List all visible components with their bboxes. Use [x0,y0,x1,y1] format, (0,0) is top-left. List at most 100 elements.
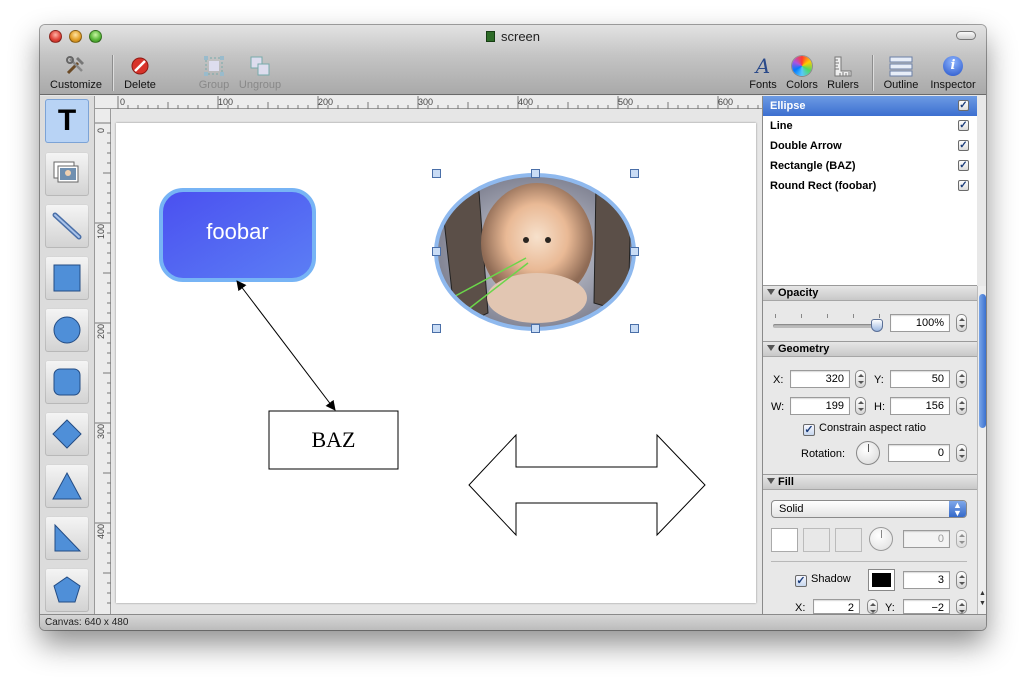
fill-pattern-well[interactable] [835,528,862,552]
diamond-tool[interactable] [45,412,89,456]
opacity-slider[interactable] [773,314,883,332]
ruler-label: 500 [618,97,634,107]
group-icon [204,56,224,76]
customize-button[interactable]: Customize [48,53,104,93]
shadow-x-field[interactable]: 2 [813,599,860,614]
shadow-checkbox[interactable]: ✓ Shadow [795,573,851,587]
checkbox-box: ✓ [803,424,815,436]
shadow-size-stepper[interactable] [956,571,967,589]
selection-handle[interactable] [630,324,639,333]
y-field[interactable]: 50 [890,370,950,388]
line-tool[interactable] [45,204,89,248]
inspector-panel: Ellipse ✓ Line ✓ Double Arrow ✓ Rectangle (… [762,96,986,614]
inspector-scrollbar[interactable]: ▲ ▼ [977,286,986,614]
width-field[interactable]: 199 [790,397,850,415]
selection-handle[interactable] [432,324,441,333]
x-stepper[interactable] [855,370,866,388]
double-arrow-shape[interactable] [468,433,706,537]
geometry-section-header[interactable]: Geometry [763,341,977,357]
shadow-size-field[interactable]: 3 [903,571,950,589]
group-button[interactable]: Group [196,53,232,93]
selection-handle[interactable] [531,169,540,178]
selection-handle[interactable] [432,247,441,256]
round-rect-tool[interactable] [45,360,89,404]
shadow-color-well[interactable] [868,569,895,591]
selection-handle[interactable] [432,169,441,178]
fill-type-select[interactable]: Solid ▲ ▼ [771,500,967,518]
layer-item-ellipse[interactable]: Ellipse ✓ [763,96,977,116]
scroll-up-arrow-icon[interactable]: ▲ [978,590,986,597]
y-stepper[interactable] [956,370,967,388]
fill-divider [771,561,967,562]
layer-visible-checkbox[interactable]: ✓ [958,100,969,111]
layer-visible-checkbox[interactable]: ✓ [958,140,969,151]
toolbar-toggle-button[interactable] [956,31,976,40]
opacity-section-header[interactable]: Opacity [763,285,977,301]
layer-item-double-arrow[interactable]: Double Arrow ✓ [763,136,977,156]
fill-section-header[interactable]: Fill [763,474,977,490]
inspector-button[interactable]: i Inspector [928,53,978,93]
layer-visible-checkbox[interactable]: ✓ [958,180,969,191]
ruler-label: 300 [418,97,434,107]
text-tool[interactable]: T [45,99,89,143]
shadow-x-stepper[interactable] [867,599,878,614]
slider-tick [827,314,828,318]
oval-tool[interactable] [45,308,89,352]
rotation-dial[interactable] [856,441,880,465]
opacity-stepper[interactable] [956,314,967,332]
pentagon-tool[interactable] [45,568,89,612]
ellipse-shape[interactable] [434,173,636,333]
canvas-page[interactable]: foobar BAZ [116,123,756,603]
canvas-drawing [159,173,706,537]
scrollbar-thumb[interactable] [979,294,986,428]
layer-item-rectangle[interactable]: Rectangle (BAZ) ✓ [763,156,977,176]
vertical-ruler: 0 100 200 300 400 [95,109,111,614]
fill-gradient-well[interactable] [803,528,830,552]
selection-handle[interactable] [531,324,540,333]
rotation-field[interactable]: 0 [888,444,950,462]
gradient-angle-field[interactable]: 0 [903,530,950,548]
ungroup-button[interactable]: Ungroup [236,53,284,93]
shadow-y-stepper[interactable] [956,599,967,614]
rectangle-tool[interactable] [45,256,89,300]
disclosure-triangle-icon [767,478,775,484]
ruler-label: 0 [96,127,106,133]
layer-visible-checkbox[interactable]: ✓ [958,160,969,171]
line-connector[interactable] [236,280,336,411]
shadow-x-label: X: [795,602,806,614]
width-stepper[interactable] [855,397,866,415]
layer-item-line[interactable]: Line ✓ [763,116,977,136]
shadow-y-field[interactable]: −2 [903,599,950,614]
slider-knob[interactable] [871,319,883,332]
y-label: Y: [874,374,884,386]
rulers-button[interactable]: Rulers [824,53,862,93]
ungroup-icon [250,56,270,76]
selection-handle[interactable] [630,169,639,178]
height-stepper[interactable] [956,397,967,415]
constrain-aspect-checkbox[interactable]: ✓ Constrain aspect ratio [803,422,926,436]
gradient-angle-dial[interactable] [869,527,893,551]
scroll-down-arrow-icon[interactable]: ▼ [978,600,986,607]
delete-button[interactable]: Delete [122,53,158,93]
image-tool[interactable] [45,152,89,196]
opacity-field[interactable]: 100% [890,314,950,332]
right-triangle-tool[interactable] [45,516,89,560]
layer-visible-checkbox[interactable]: ✓ [958,120,969,131]
triangle-tool[interactable] [45,464,89,508]
gradient-angle-stepper[interactable] [956,530,967,548]
fonts-button[interactable]: A Fonts [746,53,780,93]
rotation-stepper[interactable] [956,444,967,462]
disclosure-triangle-icon [767,289,775,295]
x-field[interactable]: 320 [790,370,850,388]
title-bar: screen Customize Delete Group Ungroup A … [40,25,986,95]
height-field[interactable]: 156 [890,397,950,415]
delete-icon [131,57,149,75]
colors-button[interactable]: Colors [784,53,820,93]
outline-button[interactable]: Outline [880,53,922,93]
ruler-label: 100 [218,97,234,107]
fonts-icon: A [755,54,771,78]
fill-color-well[interactable] [771,528,798,552]
layer-item-round-rect[interactable]: Round Rect (foobar) ✓ [763,176,977,196]
selection-handle[interactable] [630,247,639,256]
color-wheel-icon [792,56,812,76]
